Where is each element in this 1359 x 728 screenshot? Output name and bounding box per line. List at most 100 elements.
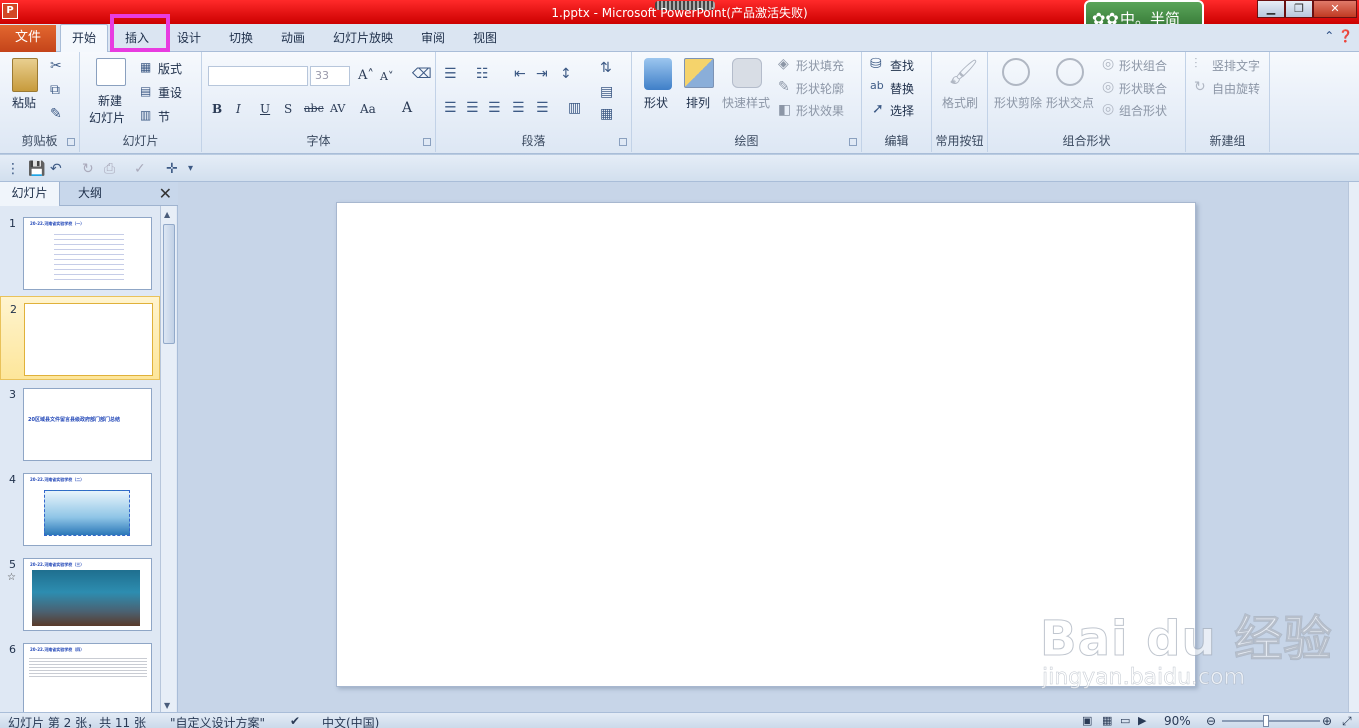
zoom-slider[interactable] — [1222, 720, 1320, 722]
combine-shapes-button[interactable]: 组合形状 — [1119, 102, 1167, 119]
font-name-combo[interactable] — [208, 66, 308, 86]
shape-outline-button[interactable]: 形状轮廓 — [796, 80, 844, 97]
increase-indent-icon[interactable]: ⇥ — [536, 66, 548, 82]
tab-review[interactable]: 审阅 — [421, 29, 445, 46]
scrollbar-thumb[interactable] — [163, 224, 175, 344]
slide-thumbnail-5[interactable]: 20-22.河南省实验学校（三） — [23, 558, 152, 631]
format-painter-button[interactable]: 格式刷 — [942, 94, 978, 111]
slide-thumb-row-2[interactable]: 2 — [0, 296, 160, 380]
reading-view-icon[interactable]: ▭ — [1120, 714, 1130, 727]
spellcheck-icon[interactable]: ✔ — [290, 714, 300, 728]
shape-subtract-button[interactable]: 形状剪除 — [994, 94, 1042, 111]
shrink-font-icon[interactable]: A˅ — [380, 70, 393, 83]
align-text-icon[interactable]: ▤ — [600, 84, 613, 100]
slide-thumbnail-2[interactable] — [24, 303, 153, 376]
format-painter-icon[interactable]: 🖌 — [948, 58, 978, 86]
align-center-icon[interactable]: ☰ — [466, 100, 479, 116]
theme-status[interactable]: "自定义设计方案" — [170, 714, 265, 728]
format-brush-icon[interactable]: ✎ — [50, 106, 62, 122]
char-spacing-button[interactable]: AV — [330, 102, 345, 115]
drawing-launcher-icon[interactable] — [849, 138, 857, 146]
text-direction-icon[interactable]: ⇅ — [600, 60, 612, 76]
tab-file[interactable]: 文件 — [0, 25, 56, 52]
clipboard-launcher-icon[interactable] — [67, 138, 75, 146]
undo-icon[interactable]: ↶ — [50, 161, 62, 177]
shape-fill-button[interactable]: 形状填充 — [796, 57, 844, 74]
numbering-icon[interactable]: ☷ — [476, 66, 489, 82]
justify-icon[interactable]: ☰ — [512, 100, 525, 116]
layout-button[interactable]: 版式 — [158, 60, 182, 77]
zoom-out-icon[interactable]: ⊖ — [1206, 714, 1216, 728]
zoom-slider-thumb[interactable] — [1263, 715, 1269, 727]
customize-qat-icon[interactable]: ▾ — [188, 163, 193, 174]
tab-home[interactable]: 开始 — [60, 24, 108, 53]
strikethrough-button[interactable]: abc — [304, 102, 324, 115]
shape-combine-button[interactable]: 形状组合 — [1119, 57, 1167, 74]
close-button[interactable]: ✕ — [1313, 0, 1357, 18]
tab-animations[interactable]: 动画 — [281, 29, 305, 46]
scroll-down-icon[interactable]: ▼ — [164, 701, 170, 710]
select-button[interactable]: 选择 — [890, 102, 914, 119]
bullets-icon[interactable]: ☰ — [444, 66, 457, 82]
save-icon[interactable]: 💾 — [28, 161, 45, 177]
reset-button[interactable]: 重设 — [158, 84, 182, 101]
zoom-level[interactable]: 90% — [1164, 714, 1191, 728]
slide-thumbnail-6[interactable]: 20-22.河南省实验学校（四） — [23, 643, 152, 712]
tab-transitions[interactable]: 切换 — [229, 29, 253, 46]
columns-icon[interactable]: ▥ — [568, 100, 581, 116]
print-icon[interactable]: ⎙ — [104, 161, 115, 177]
tab-design[interactable]: 设计 — [177, 29, 201, 46]
tab-view[interactable]: 视图 — [473, 29, 497, 46]
shape-intersect-button[interactable]: 形状交点 — [1046, 94, 1094, 111]
arrange-button[interactable]: 排列 — [686, 94, 710, 111]
section-button[interactable]: 节 — [158, 108, 170, 125]
align-right-icon[interactable]: ☰ — [488, 100, 501, 116]
canvas-scrollbar[interactable] — [1348, 182, 1359, 712]
bold-button[interactable]: B — [212, 102, 222, 116]
free-rotate-button[interactable]: 自由旋转 — [1212, 80, 1260, 97]
paste-button[interactable]: 粘贴 — [12, 94, 36, 111]
cut-icon[interactable]: ✂ — [50, 58, 62, 74]
tab-slides-pane[interactable]: 幻灯片 — [0, 182, 60, 206]
scroll-up-icon[interactable]: ▲ — [164, 210, 170, 219]
grow-font-icon[interactable]: A˄ — [358, 68, 374, 83]
tab-outline-pane[interactable]: 大纲 — [62, 182, 118, 206]
slide-thumbnail-1[interactable]: 20-22.河南省实验学校（一） — [23, 217, 152, 290]
shapes-button[interactable]: 形状 — [644, 94, 668, 111]
slide-thumb-row-6[interactable]: 6 20-22.河南省实验学校（四） — [0, 637, 160, 712]
decrease-indent-icon[interactable]: ⇤ — [514, 66, 526, 82]
pane-scrollbar[interactable]: ▲ ▼ — [160, 206, 176, 712]
shape-effects-button[interactable]: 形状效果 — [796, 102, 844, 119]
sorter-view-icon[interactable]: ▦ — [1102, 714, 1112, 727]
new-slide-label-2[interactable]: 幻灯片 — [89, 109, 125, 126]
close-pane-icon[interactable]: ✕ — [159, 184, 172, 203]
align-left-icon[interactable]: ☰ — [444, 100, 457, 116]
paste-icon[interactable] — [12, 58, 38, 92]
shapes-icon[interactable] — [644, 58, 672, 90]
slide-thumb-row-4[interactable]: 4 20-22.河南省实验学校（二） — [0, 467, 160, 551]
quick-styles-icon[interactable] — [732, 58, 762, 88]
slideshow-view-icon[interactable]: ▶ — [1138, 714, 1146, 727]
language-status[interactable]: 中文(中国) — [322, 714, 379, 728]
fit-window-icon[interactable]: ⤢ — [1342, 714, 1352, 728]
new-slide-label-1[interactable]: 新建 — [98, 92, 122, 109]
quick-styles-button[interactable]: 快速样式 — [722, 94, 770, 111]
pin-icon[interactable]: ✛ — [166, 161, 178, 177]
slide-thumb-row-5[interactable]: 5 ☆ 20-22.河南省实验学校（三） — [0, 552, 160, 636]
font-size-combo[interactable]: 33 — [310, 66, 350, 86]
zoom-in-icon[interactable]: ⊕ — [1322, 714, 1332, 728]
line-spacing-icon[interactable]: ↕ — [560, 66, 572, 82]
slide-thumb-row-3[interactable]: 3 20区域县文件留言县级政府部门部门总结 — [0, 382, 160, 466]
clear-format-icon[interactable]: ⌫ — [412, 66, 432, 82]
redo-icon[interactable]: ↻ — [82, 161, 94, 177]
replace-button[interactable]: 替换 — [890, 80, 914, 97]
vertical-text-button[interactable]: 竖排文字 — [1212, 57, 1260, 74]
slide-thumb-row-1[interactable]: 1 20-22.河南省实验学校（一） — [0, 211, 160, 295]
font-launcher-icon[interactable] — [423, 138, 431, 146]
slide-thumbnail-4[interactable]: 20-22.河南省实验学校（二） — [23, 473, 152, 546]
paragraph-launcher-icon[interactable] — [619, 138, 627, 146]
maximize-button[interactable]: ❐ — [1285, 0, 1313, 18]
italic-button[interactable]: I — [236, 102, 241, 116]
spell-icon[interactable]: ✓ — [134, 161, 146, 177]
intersect-shape-icon[interactable] — [1056, 58, 1084, 86]
